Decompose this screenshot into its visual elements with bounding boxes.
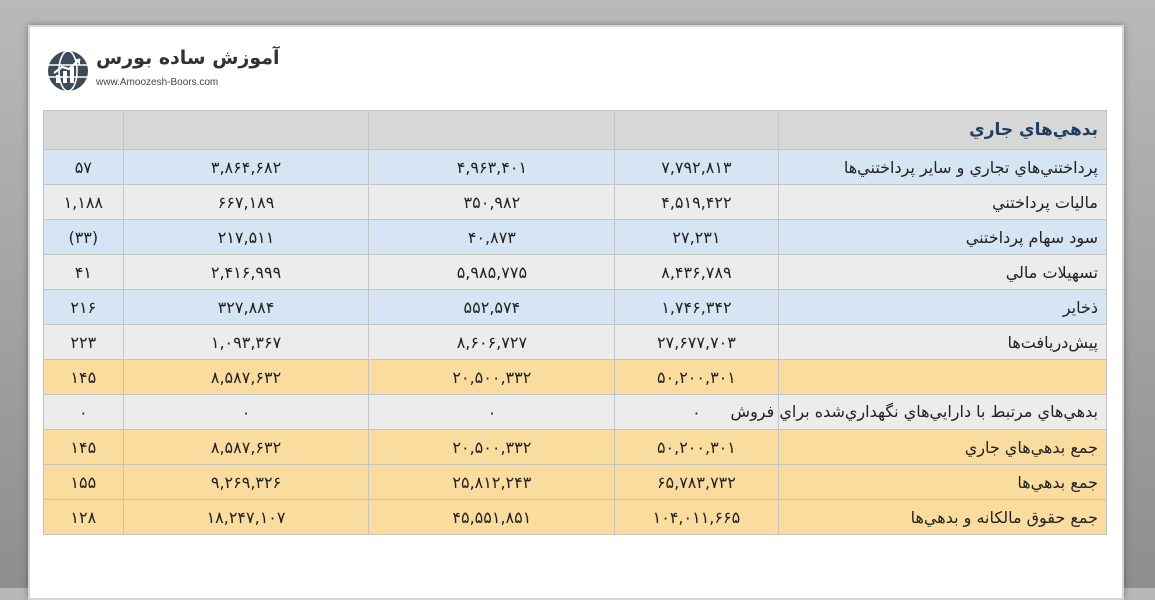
change-cell: (۳۳) [43, 219, 124, 255]
logo-text: آموزش ساده بورس [96, 47, 280, 69]
table-row: جمع بدهي‌هاي جاري ۵۰,۲۰۰,۳۰۱ ۲۰,۵۰۰,۳۳۲ ۸,۵… [43, 429, 1108, 465]
row-label: جمع حقوق مالکانه و بدهي‌ها [777, 499, 1108, 535]
header-cell [122, 110, 370, 150]
value-cell: ۲۵,۸۱۲,۲۴۳ [368, 464, 616, 500]
table-row: پيش‌دريافت‌ها ۲۷,۶۷۷,۷۰۳ ۸,۶۰۶,۷۲۷ ۱,۰۹۳,۳۶… [43, 324, 1108, 360]
value-cell: ۶۵,۷۸۳,۷۳۲ [614, 464, 779, 500]
value-cell: ۴,۹۶۳,۴۰۱ [368, 149, 616, 185]
value-cell: ۲۰,۵۰۰,۳۳۲ [368, 429, 616, 465]
change-cell: ۲۲۳ [43, 324, 124, 360]
content-frame: آموزش ساده بورس www.Amoozesh-Boors.com ب… [28, 25, 1124, 600]
header-cell [43, 110, 124, 150]
value-cell: ۸,۵۸۷,۶۳۲ [122, 359, 370, 395]
table-row: جمع حقوق مالکانه و بدهي‌ها ۱۰۴,۰۱۱,۶۶۵ ۴۵,… [43, 499, 1108, 535]
change-cell: ۱۴۵ [43, 359, 124, 395]
value-cell: ۱,۷۴۶,۳۴۲ [614, 289, 779, 325]
change-cell: ۱۴۵ [43, 429, 124, 465]
change-cell: ۱۲۸ [43, 499, 124, 535]
change-cell: ۱,۱۸۸ [43, 184, 124, 220]
site-logo[interactable]: آموزش ساده بورس www.Amoozesh-Boors.com [46, 47, 280, 97]
value-cell: ۳۲۷,۸۸۴ [122, 289, 370, 325]
header-cell [368, 110, 616, 150]
row-label: ذخاير [777, 289, 1108, 325]
value-cell: ۵,۹۸۵,۷۷۵ [368, 254, 616, 290]
row-label [777, 359, 1108, 395]
value-cell: ۶۶۷,۱۸۹ [122, 184, 370, 220]
header-cell [614, 110, 779, 150]
value-cell: ۸,۶۰۶,۷۲۷ [368, 324, 616, 360]
change-cell: ۵۷ [43, 149, 124, 185]
row-label: جمع بدهي‌هاي جاري [777, 429, 1108, 465]
value-cell: ۳,۸۶۴,۶۸۲ [122, 149, 370, 185]
table-row: پرداختني‌هاي تجاري و ساير پرداختني‌ها ۷,۷… [43, 149, 1108, 185]
change-cell: ۰ [43, 394, 124, 430]
value-cell: ۱۰۴,۰۱۱,۶۶۵ [614, 499, 779, 535]
value-cell: ۲۷,۲۳۱ [614, 219, 779, 255]
change-cell: ۴۱ [43, 254, 124, 290]
value-cell: ۱۸,۲۴۷,۱۰۷ [122, 499, 370, 535]
table-row: سود سهام پرداختني ۲۷,۲۳۱ ۴۰,۸۷۳ ۲۱۷,۵۱۱ (۳۳) [43, 219, 1108, 255]
table-row: بدهي‌هاي مرتبط با دارايي‌هاي نگهداري‌شده… [43, 394, 1108, 430]
value-cell: ۰ [368, 394, 616, 430]
liabilities-table: بدهي‌هاي جاري پرداختني‌هاي تجاري و ساير … [43, 110, 1108, 535]
table-row: ذخاير ۱,۷۴۶,۳۴۲ ۵۵۲,۵۷۴ ۳۲۷,۸۸۴ ۲۱۶ [43, 289, 1108, 325]
value-cell: ۴,۵۱۹,۴۲۲ [614, 184, 779, 220]
value-cell: ۸,۴۳۶,۷۸۹ [614, 254, 779, 290]
value-cell: ۹,۲۶۹,۳۲۶ [122, 464, 370, 500]
change-cell: ۲۱۶ [43, 289, 124, 325]
table-row: ۵۰,۲۰۰,۳۰۱ ۲۰,۵۰۰,۳۳۲ ۸,۵۸۷,۶۳۲ ۱۴۵ [43, 359, 1108, 395]
value-cell: ۴۰,۸۷۳ [368, 219, 616, 255]
row-label: پيش‌دريافت‌ها [777, 324, 1108, 360]
value-cell: ۵۰,۲۰۰,۳۰۱ [614, 359, 779, 395]
row-label: پرداختني‌هاي تجاري و ساير پرداختني‌ها [777, 149, 1108, 185]
header-title: بدهي‌هاي جاري [777, 110, 1108, 150]
row-label: ماليات پرداختني [777, 184, 1108, 220]
value-cell: ۰ [122, 394, 370, 430]
row-label: جمع بدهي‌ها [777, 464, 1108, 500]
logo-url: www.Amoozesh-Boors.com [96, 77, 219, 88]
row-label: تسهيلات مالي [777, 254, 1108, 290]
table-row: تسهيلات مالي ۸,۴۳۶,۷۸۹ ۵,۹۸۵,۷۷۵ ۲,۴۱۶,۹۹۹ ۴… [43, 254, 1108, 290]
value-cell: ۷,۷۹۲,۸۱۳ [614, 149, 779, 185]
value-cell: ۲۰,۵۰۰,۳۳۲ [368, 359, 616, 395]
value-cell: ۲۱۷,۵۱۱ [122, 219, 370, 255]
row-label: بدهي‌هاي مرتبط با دارايي‌هاي نگهداري‌شده… [731, 394, 1108, 430]
value-cell: ۵۵۲,۵۷۴ [368, 289, 616, 325]
value-cell: ۸,۵۸۷,۶۳۲ [122, 429, 370, 465]
value-cell: ۴۵,۵۵۱,۸۵۱ [368, 499, 616, 535]
table-row: جمع بدهي‌ها ۶۵,۷۸۳,۷۳۲ ۲۵,۸۱۲,۲۴۳ ۹,۲۶۹,۳۲۶… [43, 464, 1108, 500]
value-cell: ۲,۴۱۶,۹۹۹ [122, 254, 370, 290]
row-label: سود سهام پرداختني [777, 219, 1108, 255]
table-row: ماليات پرداختني ۴,۵۱۹,۴۲۲ ۳۵۰,۹۸۲ ۶۶۷,۱۸۹ ۱,… [43, 184, 1108, 220]
value-cell: ۳۵۰,۹۸۲ [368, 184, 616, 220]
globe-chart-logo-icon [48, 50, 88, 92]
table-body: بدهي‌هاي جاري پرداختني‌هاي تجاري و ساير … [43, 110, 1108, 535]
table-header-row: بدهي‌هاي جاري [43, 110, 1108, 150]
value-cell: ۱,۰۹۳,۳۶۷ [122, 324, 370, 360]
value-cell: ۵۰,۲۰۰,۳۰۱ [614, 429, 779, 465]
value-cell: ۲۷,۶۷۷,۷۰۳ [614, 324, 779, 360]
change-cell: ۱۵۵ [43, 464, 124, 500]
